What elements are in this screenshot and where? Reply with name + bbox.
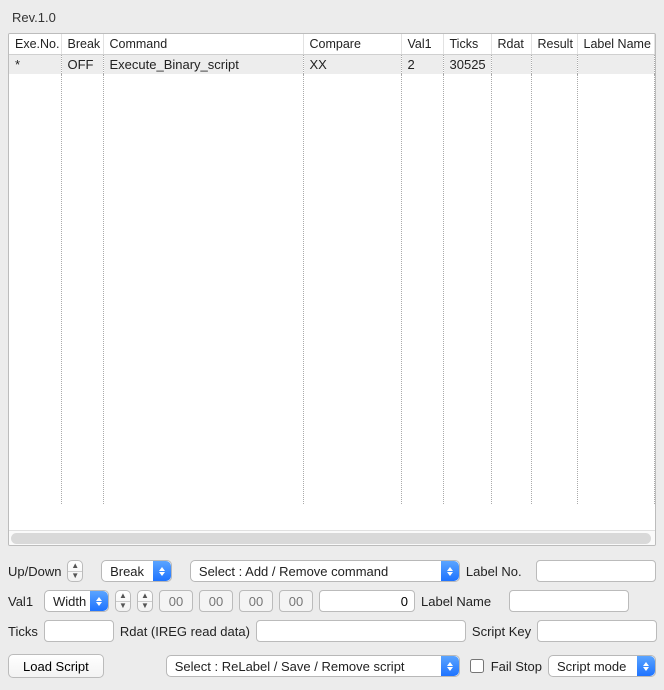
chevron-updown-icon <box>441 656 459 676</box>
script-key-label: Script Key <box>472 624 531 639</box>
stepper-down-icon[interactable]: ▼ <box>138 602 152 612</box>
controls-row-1: Up/Down ▲ ▼ Break Select : Add / Remove … <box>8 560 656 582</box>
fail-stop-input[interactable] <box>470 659 484 673</box>
chevron-updown-icon <box>90 591 108 611</box>
label-name-label: Label Name <box>421 594 503 609</box>
table-header-row: Exe.No. Break Command Compare Val1 Ticks… <box>9 34 655 55</box>
horizontal-scrollbar[interactable] <box>9 530 655 545</box>
script-key-input[interactable] <box>537 620 657 642</box>
col-val1[interactable]: Val1 <box>401 34 443 55</box>
script-mode-label: Script mode <box>557 659 626 674</box>
val1-stepper-2[interactable]: ▲ ▼ <box>137 590 153 612</box>
updown-up-icon[interactable]: ▲ <box>68 561 82 571</box>
script-action-label: Select : ReLabel / Save / Remove script <box>175 659 405 674</box>
chevron-updown-icon <box>637 656 655 676</box>
load-script-button[interactable]: Load Script <box>8 654 104 678</box>
updown-down-icon[interactable]: ▼ <box>68 572 82 582</box>
fail-stop-checkbox[interactable]: Fail Stop <box>466 656 542 676</box>
command-select[interactable]: Select : Add / Remove command <box>190 560 460 582</box>
cell-label-name[interactable] <box>577 55 655 75</box>
col-break[interactable]: Break <box>61 34 103 55</box>
scrollbar-thumb[interactable] <box>11 533 651 544</box>
command-table-container: Exe.No. Break Command Compare Val1 Ticks… <box>8 33 656 546</box>
controls-row-4: Load Script Select : ReLabel / Save / Re… <box>8 654 656 678</box>
fail-stop-label: Fail Stop <box>491 659 542 674</box>
window-title: Rev.1.0 <box>8 6 656 33</box>
val1-numeric-input[interactable] <box>319 590 415 612</box>
script-editor-window: Rev.1.0 Exe.No. Break Command Compare Va… <box>0 0 664 690</box>
val1-label: Val1 <box>8 594 38 609</box>
hex-input-4[interactable] <box>279 590 313 612</box>
break-select[interactable]: Break <box>101 560 172 582</box>
cell-result[interactable] <box>531 55 577 75</box>
width-select-label: Width <box>53 594 86 609</box>
updown-label: Up/Down <box>8 564 61 579</box>
hex-input-2[interactable] <box>199 590 233 612</box>
width-select[interactable]: Width <box>44 590 109 612</box>
label-name-input[interactable] <box>509 590 629 612</box>
cell-command[interactable]: Execute_Binary_script <box>103 55 303 75</box>
cell-rdat[interactable] <box>491 55 531 75</box>
controls-row-2: Val1 Width ▲ ▼ ▲ ▼ Label Name <box>8 590 656 612</box>
table-row[interactable]: * OFF Execute_Binary_script XX 2 30525 <box>9 55 655 75</box>
cell-ticks[interactable]: 30525 <box>443 55 491 75</box>
label-no-input[interactable] <box>536 560 656 582</box>
col-label-name[interactable]: Label Name <box>577 34 655 55</box>
hex-input-3[interactable] <box>239 590 273 612</box>
table-empty-area[interactable] <box>9 74 655 504</box>
col-compare[interactable]: Compare <box>303 34 401 55</box>
script-mode-select[interactable]: Script mode <box>548 655 656 677</box>
updown-stepper[interactable]: ▲ ▼ <box>67 560 83 582</box>
hex-input-1[interactable] <box>159 590 193 612</box>
ticks-input[interactable] <box>44 620 114 642</box>
cell-exe-no[interactable]: * <box>9 55 61 75</box>
col-result[interactable]: Result <box>531 34 577 55</box>
cell-compare[interactable]: XX <box>303 55 401 75</box>
command-table: Exe.No. Break Command Compare Val1 Ticks… <box>9 34 655 504</box>
ticks-label: Ticks <box>8 624 38 639</box>
script-action-select[interactable]: Select : ReLabel / Save / Remove script <box>166 655 460 677</box>
controls-panel: Up/Down ▲ ▼ Break Select : Add / Remove … <box>8 546 656 678</box>
cell-break[interactable]: OFF <box>61 55 103 75</box>
command-table-scroll[interactable]: Exe.No. Break Command Compare Val1 Ticks… <box>9 34 655 530</box>
col-rdat[interactable]: Rdat <box>491 34 531 55</box>
chevron-updown-icon <box>441 561 459 581</box>
rdat-input[interactable] <box>256 620 466 642</box>
rdat-label: Rdat (IREG read data) <box>120 624 250 639</box>
val1-stepper-1[interactable]: ▲ ▼ <box>115 590 131 612</box>
label-no-label: Label No. <box>466 564 530 579</box>
break-select-label: Break <box>110 564 144 579</box>
command-select-label: Select : Add / Remove command <box>199 564 388 579</box>
stepper-up-icon[interactable]: ▲ <box>116 591 130 601</box>
chevron-updown-icon <box>153 561 171 581</box>
load-script-label: Load Script <box>23 659 89 674</box>
col-ticks[interactable]: Ticks <box>443 34 491 55</box>
controls-row-3: Ticks Rdat (IREG read data) Script Key <box>8 620 656 642</box>
cell-val1[interactable]: 2 <box>401 55 443 75</box>
col-command[interactable]: Command <box>103 34 303 55</box>
stepper-up-icon[interactable]: ▲ <box>138 591 152 601</box>
stepper-down-icon[interactable]: ▼ <box>116 602 130 612</box>
col-exe-no[interactable]: Exe.No. <box>9 34 61 55</box>
